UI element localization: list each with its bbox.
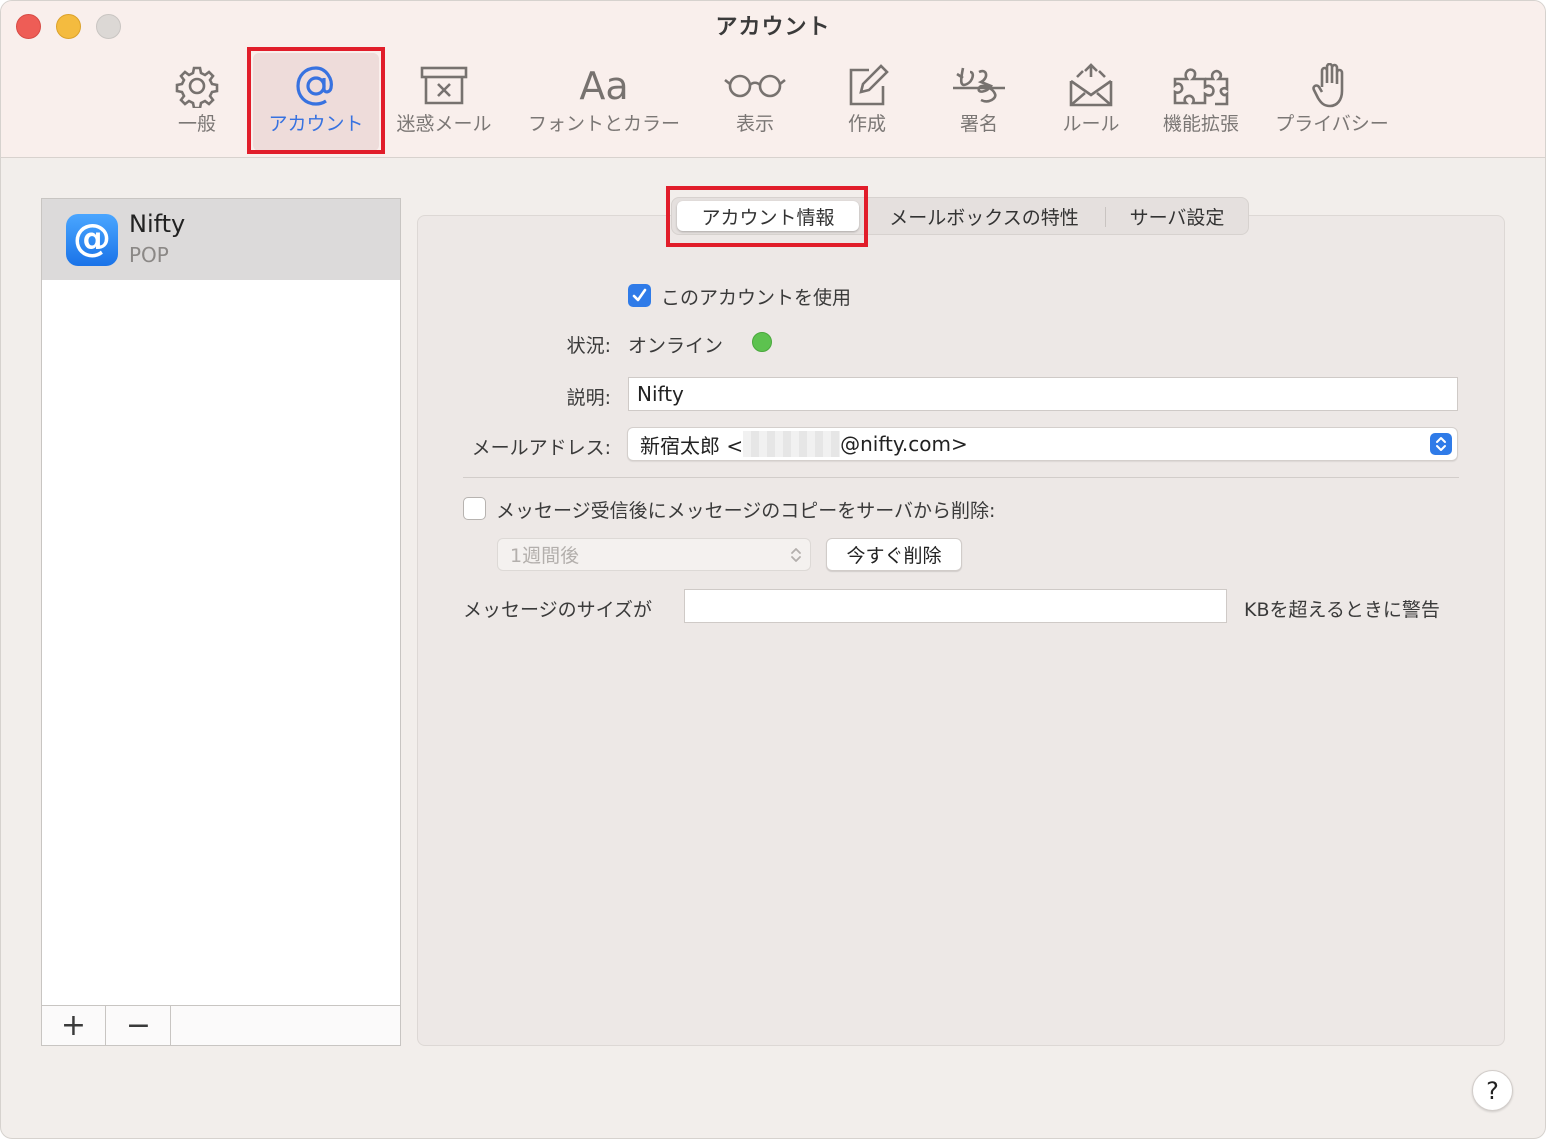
window-title: アカウント [715,15,831,40]
signature-icon [937,61,1021,111]
tab-account-info[interactable]: アカウント情報 [677,201,859,231]
at-icon [253,61,379,111]
account-list: @ Nifty POP + − [41,198,401,1046]
delete-copy-label: メッセージ受信後にメッセージのコピーをサーバから削除: [496,500,996,522]
account-list-toolbar: + − [42,1005,400,1045]
toolbar-rules[interactable]: ルール [1049,53,1133,151]
puzzle-icon [1153,61,1249,111]
updown-chevron-icon [1430,433,1452,455]
toolbar-extensions-label: 機能拡張 [1162,113,1239,135]
toolbar-composing[interactable]: 作成 [825,53,909,151]
preferences-window: アカウント 一般 アカウント 迷惑メール Aa フォントとカラー 表示 作成 署… [0,0,1546,1139]
section-divider [463,477,1459,478]
tab-mailbox-behaviors[interactable]: メールボックスの特性 [864,198,1104,234]
junk-icon [389,61,499,111]
email-address-popup[interactable]: 新宿太郎 < @nifty.com> [627,427,1458,461]
delete-copy-checkbox[interactable] [463,497,486,520]
toolbar-junk[interactable]: 迷惑メール [389,53,499,151]
toolbar-fonts-label: フォントとカラー [527,113,680,135]
account-type: POP [129,243,169,267]
updown-chevron-icon [791,548,801,562]
description-field[interactable]: Nifty [628,377,1458,411]
email-suffix: @nifty.com> [840,432,968,456]
toolbar-privacy[interactable]: プライバシー [1267,53,1397,151]
tab-separator [1105,207,1106,227]
status-label: 状況: [566,335,611,357]
email-label: メールアドレス: [471,437,611,459]
toolbar-privacy-label: プライバシー [1275,113,1389,135]
toolbar-composing-label: 作成 [847,113,886,135]
toolbar-extensions[interactable]: 機能拡張 [1153,53,1249,151]
toolbar-signatures-label: 署名 [959,113,998,135]
checkmark-icon [632,288,647,302]
remove-account-button[interactable]: − [107,1006,171,1045]
size-warning-suffix: KBを超えるときに警告 [1244,599,1440,621]
delete-now-button[interactable]: 今すぐ削除 [826,538,962,571]
glasses-icon [713,61,797,111]
hand-icon [1267,61,1397,111]
email-redacted-part [743,431,841,457]
at-icon: @ [66,214,118,266]
description-label: 説明: [566,387,611,409]
delete-after-popup: 1週間後 [497,538,811,571]
toolbar-accounts[interactable]: アカウント [253,53,379,151]
titlebar: アカウント 一般 アカウント 迷惑メール Aa フォントとカラー 表示 作成 署… [1,1,1545,158]
status-online-indicator [752,332,772,352]
font-icon: Aa [579,64,629,108]
size-warning-field[interactable] [684,589,1227,623]
delete-after-value: 1週間後 [510,545,580,567]
toolbar-junk-label: 迷惑メール [396,113,492,135]
compose-icon [825,61,909,111]
toolbar-rules-label: ルール [1062,113,1120,135]
toolbar-viewing-label: 表示 [735,113,774,135]
account-name: Nifty [129,210,186,238]
toolbar-viewing[interactable]: 表示 [713,53,797,151]
account-row-nifty[interactable]: @ Nifty POP [42,199,400,280]
toolbar-general[interactable]: 一般 [151,53,243,151]
toolbar-general-label: 一般 [177,113,216,135]
email-prefix: 新宿太郎 < [640,433,744,458]
size-warning-prefix: メッセージのサイズが [463,599,653,621]
gear-icon [151,61,243,111]
use-account-label: このアカウントを使用 [661,287,852,309]
status-value: オンライン [628,335,724,357]
toolbar-signatures[interactable]: 署名 [937,53,1021,151]
rules-envelope-icon [1049,61,1133,111]
add-account-button[interactable]: + [42,1006,106,1045]
tab-server-settings[interactable]: サーバ設定 [1112,198,1242,234]
toolbar-accounts-label: アカウント [268,113,364,135]
account-tabs: アカウント情報 メールボックスの特性 サーバ設定 [671,197,1249,235]
help-button[interactable]: ? [1472,1070,1513,1111]
toolbar-fonts-colors[interactable]: Aa フォントとカラー [515,53,693,151]
use-account-checkbox[interactable] [628,284,651,307]
